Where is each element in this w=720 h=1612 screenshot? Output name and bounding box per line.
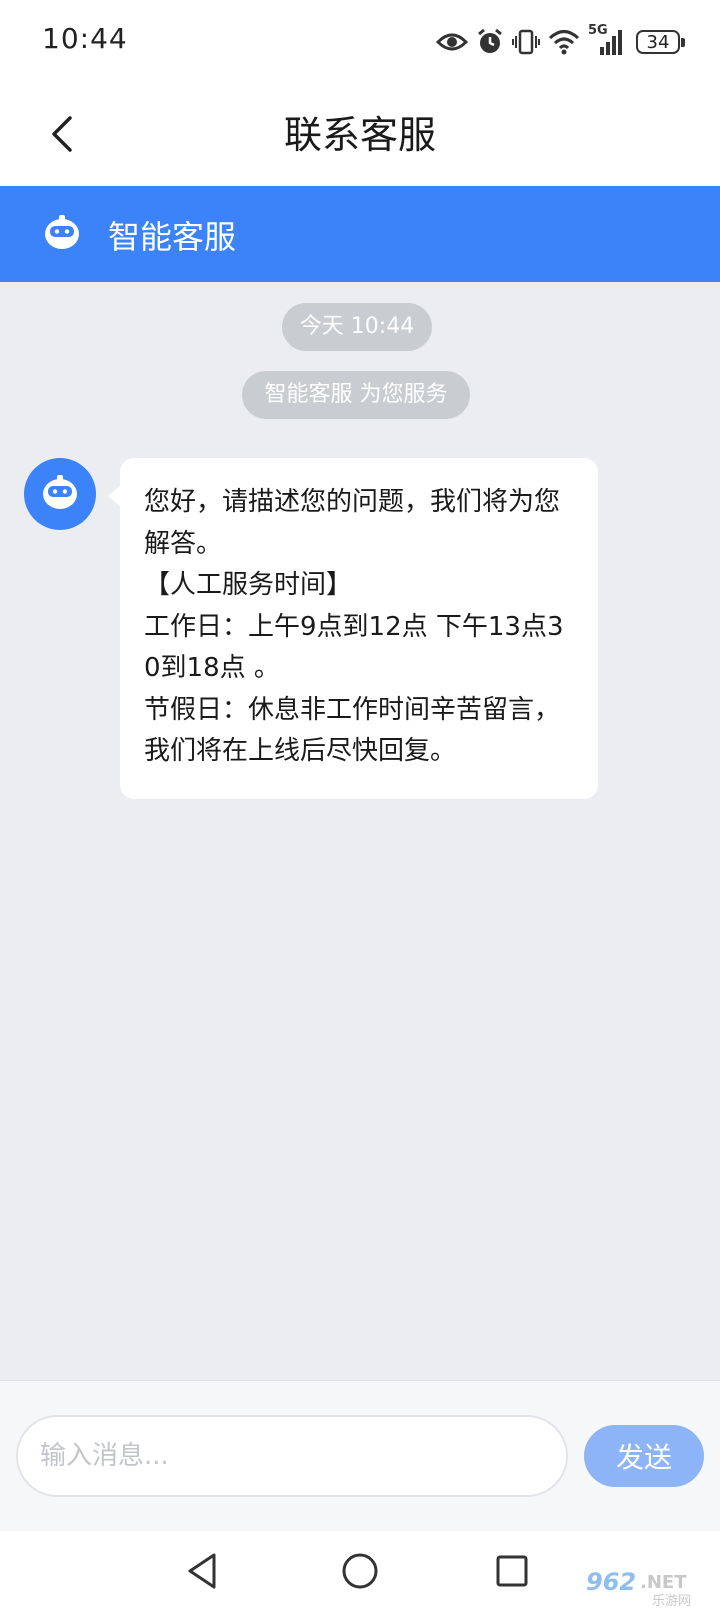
battery-icon: 34 <box>636 30 685 54</box>
page-title: 联系客服 <box>283 113 436 157</box>
recents-square-icon[interactable] <box>490 1549 534 1593</box>
vibrate-icon <box>512 28 540 56</box>
home-circle-icon[interactable] <box>338 1549 382 1593</box>
eye-icon <box>436 30 468 54</box>
service-bar: 智能客服 <box>0 186 720 282</box>
chat-area[interactable]: 今天 10:44 智能客服 为您服务 您好，请描述您的问题，我们将为您解答。 【… <box>0 282 720 1380</box>
svg-text:.NET: .NET <box>640 1572 687 1593</box>
status-bar: 10:44 5G 34 <box>0 0 720 84</box>
message-input[interactable] <box>16 1415 568 1497</box>
message-line: 工作日：上午9点到12点 下午13点30到18点 。 <box>144 611 564 684</box>
message-line: 您好，请描述您的问题，我们将为您解答。 <box>144 487 561 559</box>
status-icons: 5G 34 <box>436 22 685 62</box>
service-title: 智能客服 <box>108 218 237 256</box>
status-time: 10:44 <box>42 22 128 55</box>
message-line: 节假日：休息非工作时间辛苦留言，我们将在上线后尽快回复。 <box>144 694 561 767</box>
signal-icon: 5G <box>588 23 628 57</box>
robot-icon <box>39 472 81 516</box>
back-triangle-icon[interactable] <box>180 1549 224 1593</box>
input-bar: 发送 <box>0 1380 720 1531</box>
battery-level: 34 <box>646 31 670 53</box>
svg-text:乐游网: 乐游网 <box>652 1594 691 1608</box>
system-notice: 智能客服 为您服务 <box>242 371 470 419</box>
avatar <box>24 458 96 530</box>
nav-header: 联系客服 <box>0 84 720 186</box>
message-line: 【人工服务时间】 <box>144 570 353 600</box>
robot-icon <box>42 212 82 252</box>
alarm-icon <box>476 28 504 56</box>
watermark-logo: 962 .NET 乐游网 <box>582 1564 714 1609</box>
send-button[interactable]: 发送 <box>584 1425 704 1487</box>
chat-timestamp: 今天 10:44 <box>282 303 432 351</box>
svg-text:962: 962 <box>586 1568 636 1596</box>
wifi-icon <box>548 29 580 55</box>
message-bubble: 您好，请描述您的问题，我们将为您解答。 【人工服务时间】 工作日：上午9点到12… <box>108 458 598 799</box>
